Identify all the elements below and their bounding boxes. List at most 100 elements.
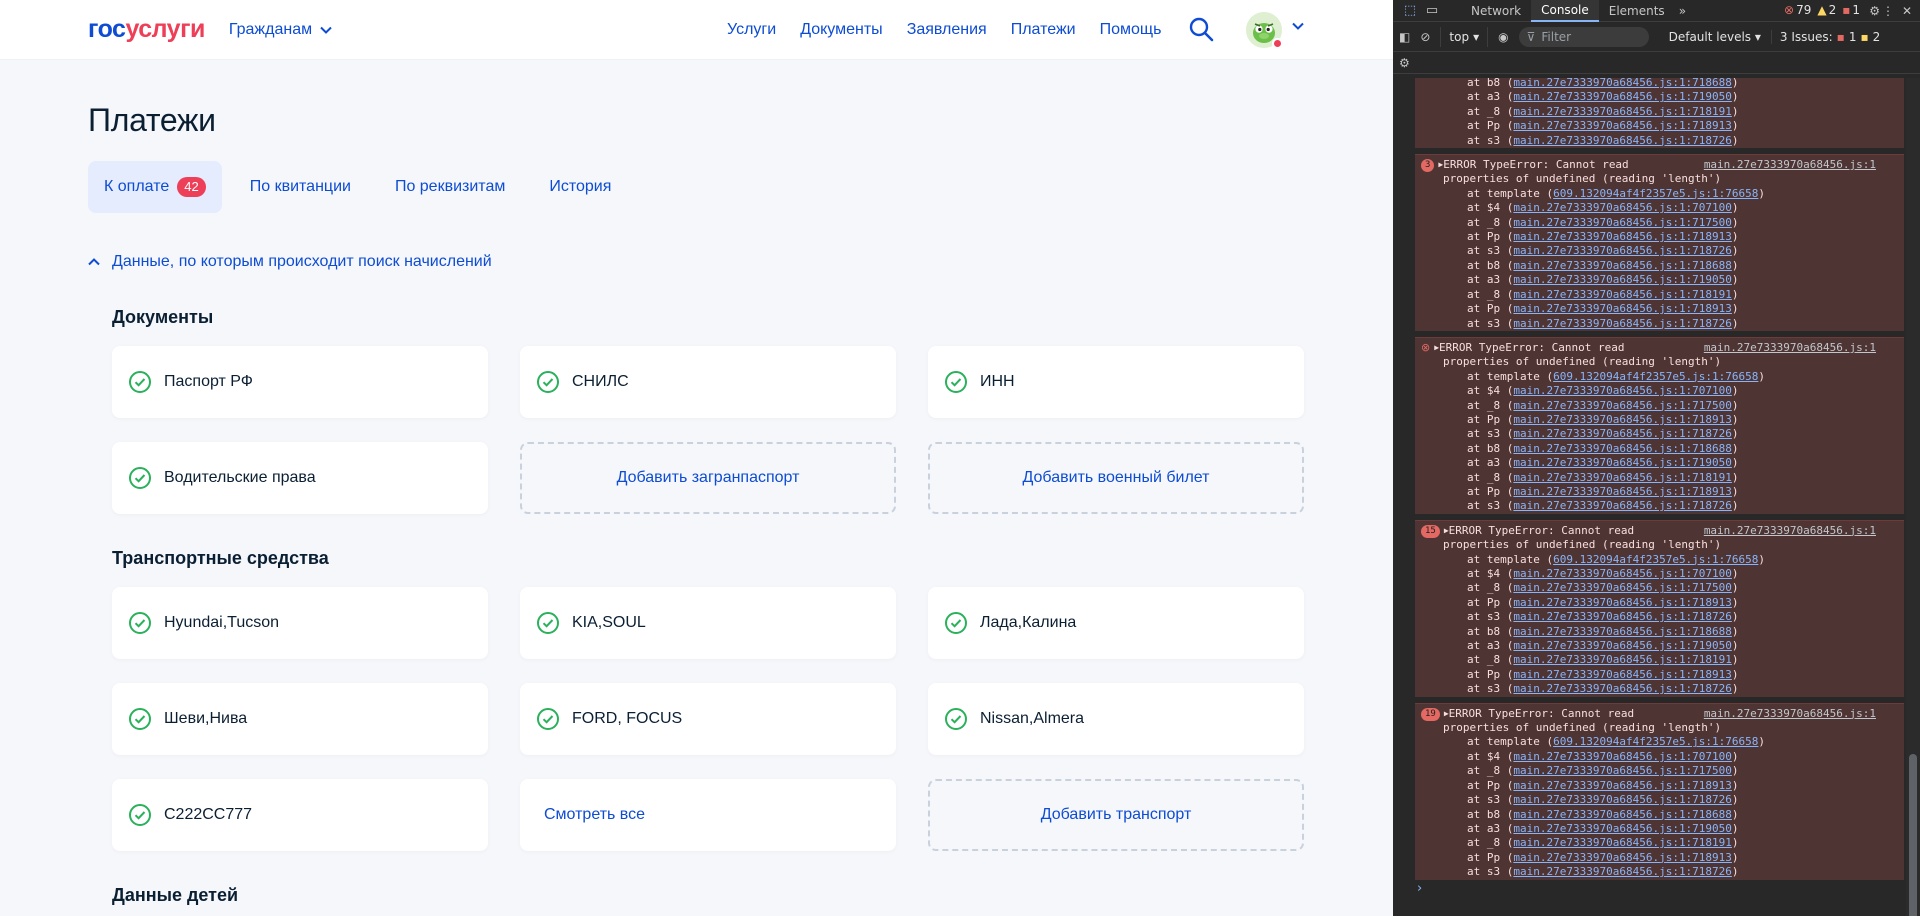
stack-frame-link[interactable]: main.27e7333970a68456.js:1:718913 [1513, 302, 1732, 315]
filter-input[interactable]: ⊽ Filter [1518, 26, 1649, 47]
stack-frame-link[interactable]: 609.132094af4f2357e5.js:1:76658 [1553, 187, 1758, 200]
console-prompt[interactable]: › [1417, 881, 1422, 896]
tab-by-requisites[interactable]: По реквизитам [379, 161, 521, 213]
avatar[interactable] [1246, 12, 1283, 49]
stack-frame-link[interactable]: main.27e7333970a68456.js:1:717500 [1513, 764, 1732, 777]
close-icon[interactable]: ✕ [1902, 0, 1912, 22]
console-error-message[interactable]: 19 ▶ ERROR TypeError: Cannot read main.27e… [1415, 702, 1904, 880]
stack-frame-link[interactable]: main.27e7333970a68456.js:1:717500 [1513, 581, 1732, 594]
stack-frame-link[interactable]: main.27e7333970a68456.js:1:718191 [1513, 288, 1732, 301]
stack-frame-link[interactable]: main.27e7333970a68456.js:1:718726 [1513, 865, 1732, 878]
stack-frame-link[interactable]: main.27e7333970a68456.js:1:718191 [1513, 836, 1732, 849]
stack-frame-link[interactable]: main.27e7333970a68456.js:1:718688 [1513, 808, 1732, 821]
clear-console-icon[interactable]: ⊘ [1420, 30, 1430, 44]
gear-icon[interactable]: ⚙ [1869, 0, 1880, 22]
source-link[interactable]: main.27e7333970a68456.js:1 [1704, 158, 1876, 171]
console-error-message[interactable]: 15 ▶ ERROR TypeError: Cannot read main.27e… [1415, 519, 1904, 697]
tab-network[interactable]: Network [1461, 0, 1531, 22]
vehicle-card[interactable]: С222СС777 [112, 779, 488, 851]
stack-frame-link[interactable]: main.27e7333970a68456.js:1:718688 [1513, 259, 1732, 272]
add-foreign-passport-button[interactable]: Добавить загранпаспорт [520, 442, 896, 514]
vehicle-card[interactable]: FORD, FOCUS [520, 683, 896, 755]
audience-selector[interactable]: Гражданам [229, 21, 332, 39]
stack-frame-link[interactable]: 609.132094af4f2357e5.js:1:76658 [1553, 735, 1758, 748]
stack-frame-link[interactable]: main.27e7333970a68456.js:1:719050 [1513, 273, 1732, 286]
stack-frame-link[interactable]: main.27e7333970a68456.js:1:718913 [1513, 851, 1732, 864]
nav-link-services[interactable]: Услуги [727, 21, 776, 39]
document-card[interactable]: Водительские права [112, 442, 488, 514]
stack-frame-link[interactable]: main.27e7333970a68456.js:1:718726 [1513, 610, 1732, 623]
see-all-transport-link[interactable]: Смотреть все [520, 779, 896, 851]
console-counters[interactable]: ⊗ 79 ▲ 2 ▪ 1 [1784, 3, 1860, 17]
document-card[interactable]: Паспорт РФ [112, 346, 488, 418]
inspect-element-icon[interactable]: ⬚ [1399, 0, 1421, 22]
stack-frame-link[interactable]: main.27e7333970a68456.js:1:718913 [1513, 596, 1732, 609]
sidebar-toggle-icon[interactable]: ◧ [1399, 30, 1410, 44]
stack-frame-link[interactable]: main.27e7333970a68456.js:1:718191 [1513, 653, 1732, 666]
stack-frame-link[interactable]: main.27e7333970a68456.js:1:718913 [1513, 230, 1732, 243]
stack-frame-link[interactable]: main.27e7333970a68456.js:1:718726 [1513, 134, 1732, 147]
stack-frame-link[interactable]: main.27e7333970a68456.js:1:719050 [1513, 90, 1732, 103]
stack-frame-link[interactable]: main.27e7333970a68456.js:1:707100 [1513, 567, 1732, 580]
add-military-id-button[interactable]: Добавить военный билет [928, 442, 1304, 514]
more-options-icon[interactable]: ⋮ [1882, 0, 1894, 22]
stack-frame-link[interactable]: main.27e7333970a68456.js:1:718688 [1513, 442, 1732, 455]
device-toggle-icon[interactable]: ▭ [1421, 0, 1443, 22]
console-error-message[interactable]: 3 ▶ ERROR TypeError: Cannot read main.27e7… [1415, 154, 1904, 331]
eye-icon[interactable]: ◉ [1498, 30, 1508, 44]
vehicle-card[interactable]: Nissan,Almera [928, 683, 1304, 755]
add-transport-button[interactable]: Добавить транспорт [928, 779, 1304, 851]
log-levels-dropdown[interactable]: Default levels ▾ [1669, 30, 1761, 44]
stack-frame-link[interactable]: main.27e7333970a68456.js:1:718913 [1513, 668, 1732, 681]
tab-by-receipt[interactable]: По квитанции [234, 161, 367, 213]
stack-frame-link[interactable]: main.27e7333970a68456.js:1:718726 [1513, 499, 1732, 512]
vehicle-card[interactable]: Hyundai,Tucson [112, 587, 488, 659]
tab-elements[interactable]: Elements [1599, 0, 1675, 22]
vehicle-card[interactable]: Лада,Калина [928, 587, 1304, 659]
stack-frame-link[interactable]: main.27e7333970a68456.js:1:719050 [1513, 639, 1732, 652]
chevron-down-icon[interactable] [1292, 22, 1304, 30]
stack-frame-link[interactable]: main.27e7333970a68456.js:1:718688 [1513, 625, 1732, 638]
issues-button[interactable]: 3 Issues: ▪ 1 ▪ 2 [1770, 29, 1880, 44]
stack-frame-link[interactable]: 609.132094af4f2357e5.js:1:76658 [1553, 553, 1758, 566]
source-link[interactable]: main.27e7333970a68456.js:1 [1704, 341, 1876, 354]
stack-frame-link[interactable]: main.27e7333970a68456.js:1:718726 [1513, 244, 1732, 257]
stack-frame-link[interactable]: main.27e7333970a68456.js:1:718726 [1513, 427, 1732, 440]
vehicle-card[interactable]: Шеви,Нива [112, 683, 488, 755]
console-scrollbar[interactable] [1906, 78, 1920, 916]
stack-frame-link[interactable]: main.27e7333970a68456.js:1:707100 [1513, 750, 1732, 763]
stack-frame-link[interactable]: main.27e7333970a68456.js:1:718726 [1513, 317, 1732, 330]
source-link[interactable]: main.27e7333970a68456.js:1 [1704, 707, 1876, 720]
stack-frame-link[interactable]: main.27e7333970a68456.js:1:707100 [1513, 384, 1732, 397]
stack-frame-link[interactable]: main.27e7333970a68456.js:1:718913 [1513, 119, 1732, 132]
tab-to-pay[interactable]: К оплате 42 [88, 161, 222, 213]
stack-frame-link[interactable]: main.27e7333970a68456.js:1:707100 [1513, 201, 1732, 214]
stack-frame-link[interactable]: main.27e7333970a68456.js:1:719050 [1513, 456, 1732, 469]
source-link[interactable]: main.27e7333970a68456.js:1 [1704, 524, 1876, 537]
tab-history[interactable]: История [533, 161, 627, 213]
document-card[interactable]: ИНН [928, 346, 1304, 418]
context-selector[interactable]: top ▾ [1440, 26, 1489, 47]
search-icon[interactable] [1188, 16, 1214, 42]
document-card[interactable]: СНИЛС [520, 346, 896, 418]
gear-icon[interactable]: ⚙ [1399, 56, 1410, 70]
stack-frame-link[interactable]: main.27e7333970a68456.js:1:718913 [1513, 779, 1732, 792]
stack-frame-link[interactable]: main.27e7333970a68456.js:1:717500 [1513, 399, 1732, 412]
stack-frame-link[interactable]: main.27e7333970a68456.js:1:718726 [1513, 682, 1732, 695]
nav-link-help[interactable]: Помощь [1100, 21, 1162, 39]
search-data-toggle[interactable]: Данные, по которым происходит поиск начи… [88, 253, 1303, 271]
scrollbar-thumb[interactable] [1909, 754, 1917, 916]
vehicle-card[interactable]: KIA,SOUL [520, 587, 896, 659]
stack-frame-link[interactable]: main.27e7333970a68456.js:1:719050 [1513, 822, 1732, 835]
tab-console[interactable]: Console [1531, 0, 1599, 22]
stack-frame-link[interactable]: main.27e7333970a68456.js:1:717500 [1513, 216, 1732, 229]
nav-link-applications[interactable]: Заявления [907, 21, 987, 39]
stack-frame-link[interactable]: main.27e7333970a68456.js:1:718688 [1513, 78, 1732, 89]
console-error-message[interactable]: ⊗ ▶ ERROR TypeError: Cannot read main.27e7… [1415, 336, 1904, 514]
stack-frame-link[interactable]: main.27e7333970a68456.js:1:718191 [1513, 105, 1732, 118]
nav-link-documents[interactable]: Документы [800, 21, 882, 39]
more-tabs-icon[interactable]: » [1675, 0, 1690, 22]
stack-frame-link[interactable]: main.27e7333970a68456.js:1:718191 [1513, 471, 1732, 484]
stack-frame-link[interactable]: 609.132094af4f2357e5.js:1:76658 [1553, 370, 1758, 383]
stack-frame-link[interactable]: main.27e7333970a68456.js:1:718913 [1513, 413, 1732, 426]
